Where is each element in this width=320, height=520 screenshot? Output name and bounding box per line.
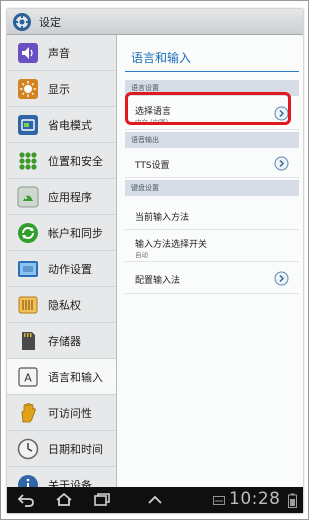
clock-icon (17, 438, 39, 459)
svg-text:A: A (24, 371, 32, 384)
storage-icon (22, 331, 35, 350)
sidebar-item-sound[interactable]: 声音 (7, 35, 116, 71)
sidebar-item-display[interactable]: 显示 (7, 71, 116, 107)
sidebar-item-language-input[interactable]: A 语言和输入 (7, 359, 116, 395)
section-header-label: 语音输出 (131, 136, 159, 144)
sidebar-item-accessibility[interactable]: 可访问性 (7, 395, 116, 431)
selection-pointer (110, 369, 116, 385)
sidebar-item-label: 应用程序 (48, 190, 92, 204)
sidebar-item-power-saving[interactable]: 省电模式 (7, 107, 116, 143)
input-method-selector-subtitle: 自动 (135, 251, 148, 259)
sidebar-item-label: 动作设置 (48, 262, 92, 276)
motion-icon (18, 260, 38, 277)
settings-gear-icon (13, 12, 31, 31)
sidebar-item-label: 存储器 (48, 334, 81, 348)
sidebar-item-motion[interactable]: 动作设置 (7, 251, 116, 287)
keyboard-status-icon (213, 496, 225, 505)
highlight-annotation (125, 92, 291, 125)
system-navigation-bar: 10:28 (7, 487, 303, 513)
sidebar-item-date-time[interactable]: 日期和时间 (7, 431, 116, 467)
back-icon[interactable] (17, 493, 35, 507)
app-titlebar: 设定 (7, 9, 303, 35)
chevron-right-icon[interactable] (274, 271, 289, 286)
current-input-method-title: 当前输入方法 (135, 213, 190, 223)
sidebar-item-label: 帐户和同步 (48, 226, 103, 240)
sidebar-item-label: 隐私权 (48, 298, 81, 312)
settings-sidebar[interactable]: 声音 显示 省电模式 位置和安全 应用程序 帐户和同步 动作设置 隐私权 存储器… (7, 35, 117, 487)
recent-apps-icon[interactable] (93, 492, 111, 507)
sidebar-item-label: 日期和时间 (48, 442, 103, 456)
sidebar-item-label: 省电模式 (48, 118, 92, 132)
section-header-label: 键盘设置 (131, 184, 159, 192)
battery-icon (288, 493, 297, 508)
sidebar-item-location-security[interactable]: 位置和安全 (7, 143, 116, 179)
sidebar-item-accounts-sync[interactable]: 帐户和同步 (7, 215, 116, 251)
sidebar-item-label: 位置和安全 (48, 154, 103, 168)
panel-title: 语言和输入 (131, 51, 192, 65)
language-icon: A (18, 366, 38, 387)
sidebar-item-storage[interactable]: 存储器 (7, 323, 116, 359)
configure-input-method-title: 配置输入法 (135, 276, 181, 286)
app-title: 设定 (39, 15, 61, 29)
applications-icon (17, 186, 39, 207)
sidebar-item-label: 关于设备 (48, 478, 92, 488)
sidebar-item-label: 声音 (48, 46, 70, 60)
sidebar-item-privacy[interactable]: 隐私权 (7, 287, 116, 323)
brightness-icon (18, 78, 38, 99)
privacy-icon (18, 296, 38, 313)
battery-saver-icon (18, 114, 38, 135)
section-header-keyboard: 键盘设置 (125, 180, 299, 196)
location-grid-icon (19, 151, 37, 170)
screenshot-frame: 设定 声音 显示 省电模式 位置和安全 应用程序 帐户和同步 动作设置 隐私权 … (0, 0, 309, 520)
current-input-method-row[interactable]: 当前输入方法 (125, 200, 299, 230)
input-method-selector-row[interactable]: 输入方法选择开关 自动 (125, 230, 299, 262)
title-divider (125, 71, 299, 72)
home-icon[interactable] (55, 492, 73, 507)
speaker-icon (18, 42, 38, 63)
tablet-screen: 设定 声音 显示 省电模式 位置和安全 应用程序 帐户和同步 动作设置 隐私权 … (7, 9, 303, 513)
sidebar-item-label: 语言和输入 (48, 370, 103, 384)
accessibility-hand-icon (21, 402, 36, 422)
configure-input-method-row[interactable]: 配置输入法 (125, 262, 299, 294)
chevron-right-icon[interactable] (274, 156, 289, 171)
sidebar-item-label: 显示 (48, 82, 70, 96)
section-header-speech-output: 语音输出 (125, 132, 299, 148)
tts-settings-row[interactable]: TTS设置 (125, 148, 299, 178)
sync-icon (18, 222, 38, 243)
sidebar-item-label: 可访问性 (48, 406, 92, 420)
chevron-up-icon[interactable] (147, 495, 163, 505)
status-clock: 10:28 (229, 489, 281, 509)
sidebar-item-applications[interactable]: 应用程序 (7, 179, 116, 215)
info-icon (18, 474, 38, 487)
tts-settings-title: TTS设置 (135, 161, 170, 171)
sidebar-item-about-device[interactable]: 关于设备 (7, 467, 116, 488)
